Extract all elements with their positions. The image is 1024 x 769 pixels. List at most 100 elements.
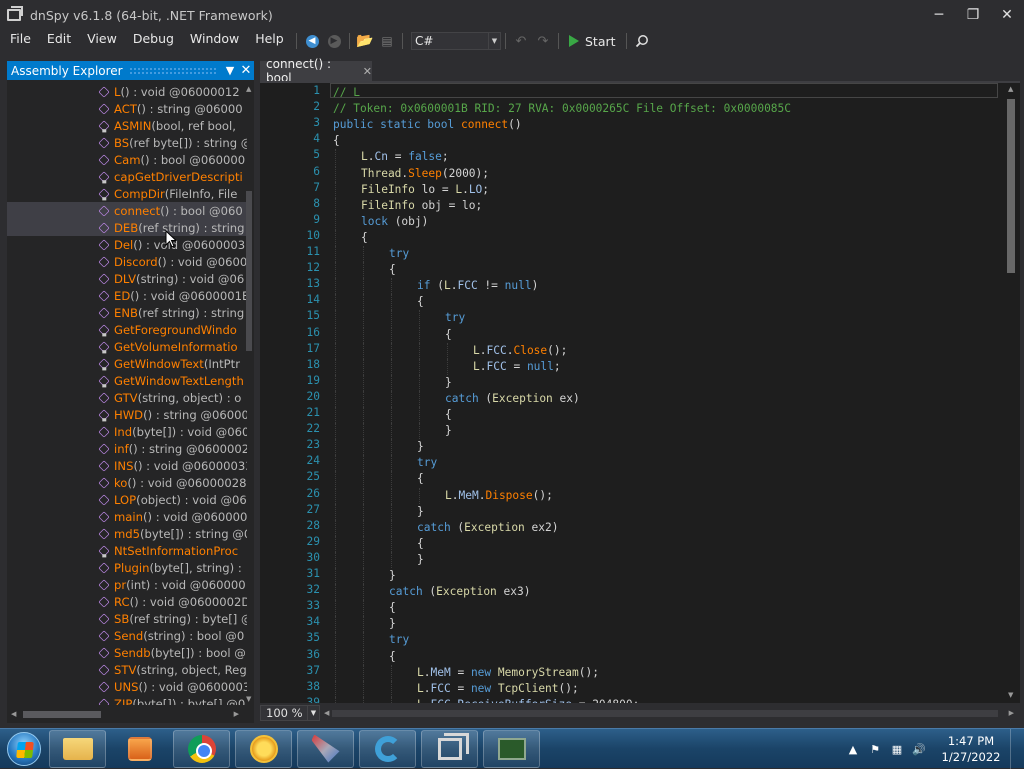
tree-item-method[interactable]: Sendb (byte[]) : bool @ (7, 644, 247, 661)
show-hidden-icons-button[interactable]: ▲ (845, 741, 861, 757)
tree-item-method[interactable]: GetWindowText (IntPtr (7, 355, 247, 372)
panel-close-button[interactable]: ✕ (238, 63, 254, 78)
tree-item-method[interactable]: LOP (object) : void @06 (7, 491, 247, 508)
tree-item-method[interactable]: inf() : string @0600002 (7, 440, 247, 457)
tree-item-method[interactable]: ED() : void @0600001E (7, 287, 247, 304)
taskbar-keepass[interactable] (235, 729, 292, 768)
indent-guide (391, 310, 392, 327)
tree-item-method[interactable]: DLV (string) : void @06 (7, 270, 247, 287)
menu-edit[interactable]: Edit (39, 30, 79, 52)
tree-item-method[interactable]: ko() : void @06000028 (7, 474, 247, 491)
scroll-up-icon[interactable]: ▲ (1008, 85, 1013, 93)
taskbar-media-player[interactable] (111, 730, 168, 768)
tree-item-method[interactable]: GetForegroundWindo (7, 321, 247, 338)
redo-button[interactable]: ↷ (532, 31, 554, 51)
scroll-right-icon[interactable]: ▶ (1009, 709, 1014, 717)
tree-item-method[interactable]: ZIP (byte[]) : byte[] @0 (7, 695, 247, 705)
tree-item-method[interactable]: connect() : bool @060 (7, 202, 247, 219)
open-list-button[interactable]: ▤ (376, 31, 398, 51)
tree-item-method[interactable]: HWD() : string @06000 (7, 406, 247, 423)
editor-horizontal-scrollbar[interactable]: ◀ ▶ (324, 706, 1020, 720)
taskbar-tools[interactable] (297, 729, 354, 768)
scroll-left-icon[interactable]: ◀ (11, 710, 16, 718)
tree-item-method[interactable]: INS() : void @06000033 (7, 457, 247, 474)
navigate-back-button[interactable]: ◀ (301, 31, 323, 51)
method-name: Send (114, 628, 144, 643)
tree-item-method[interactable]: Send (string) : bool @0 (7, 627, 247, 644)
menu-window[interactable]: Window (182, 30, 247, 52)
scroll-down-icon[interactable]: ▼ (246, 695, 251, 703)
tree-item-method[interactable]: pr (int) : void @060000 (7, 576, 247, 593)
method-icon (98, 255, 110, 268)
tree-item-method[interactable]: GetVolumeInformatio (7, 338, 247, 355)
menu-file[interactable]: File (0, 30, 39, 52)
tree-item-method[interactable]: capGetDriverDescripti (7, 168, 247, 185)
close-button[interactable]: ✕ (990, 0, 1024, 30)
scroll-thumb[interactable] (246, 191, 252, 351)
tree-item-method[interactable]: ASMIN (bool, ref bool, (7, 117, 247, 134)
tree-item-method[interactable]: STV (string, object, Reg (7, 661, 247, 678)
network-icon[interactable]: ▦ (889, 741, 905, 757)
menu-help[interactable]: Help (247, 30, 292, 52)
tree-item-method[interactable]: SB (ref string) : byte[] @ (7, 610, 247, 627)
tree-item-method[interactable]: GTV (string, object) : o (7, 389, 247, 406)
tree-item-method[interactable]: Plugin (byte[], string) : (7, 559, 247, 576)
taskbar-app-c[interactable] (359, 729, 416, 768)
tree-item-method[interactable]: NtSetInformationProc (7, 542, 247, 559)
start-button[interactable] (4, 729, 44, 769)
panel-menu-button[interactable]: ▼ (222, 64, 238, 77)
taskbar-chrome[interactable] (173, 729, 230, 768)
tree-item-method[interactable]: main() : void @060000 (7, 508, 247, 525)
taskbar-dnspy[interactable] (421, 729, 478, 768)
navigate-forward-button[interactable]: ▶ (323, 31, 345, 51)
tree-item-method[interactable]: ACT() : string @06000 (7, 100, 247, 117)
panel-grip[interactable] (128, 67, 216, 74)
minimize-button[interactable]: ─ (922, 0, 956, 30)
search-button[interactable] (631, 31, 653, 51)
open-button[interactable]: 📂 (354, 31, 376, 51)
tree-item-method[interactable]: Ind (byte[]) : void @060 (7, 423, 247, 440)
editor-vertical-scrollbar[interactable]: ▲ ▼ (1002, 83, 1020, 703)
explorer-horizontal-scrollbar[interactable]: ◀ ▶ (7, 707, 243, 721)
decompiled-code[interactable]: // L // Token: 0x0600001B RID: 27 RVA: 0x… (333, 84, 1000, 703)
show-desktop-button[interactable] (1010, 729, 1024, 769)
tree-item-method[interactable]: Cam() : bool @060000 (7, 151, 247, 168)
code-token: = (506, 359, 527, 373)
volume-icon[interactable]: 🔊 (911, 741, 927, 757)
tree-item-method[interactable]: BS (ref byte[]) : string @ (7, 134, 247, 151)
scroll-thumb[interactable] (23, 711, 101, 718)
tab-connect[interactable]: connect() : bool ✕ (260, 57, 372, 85)
tree-item-method[interactable]: DEB (ref string) : string (7, 219, 247, 236)
tree-item-method[interactable]: RC() : void @0600002D (7, 593, 247, 610)
scroll-down-icon[interactable]: ▼ (1008, 691, 1013, 699)
tree-item-method[interactable]: Discord() : void @0600 (7, 253, 247, 270)
scroll-thumb[interactable] (332, 710, 998, 717)
undo-button[interactable]: ↶ (510, 31, 532, 51)
tree-item-method[interactable]: GetWindowTextLength (7, 372, 247, 389)
scroll-up-icon[interactable]: ▲ (246, 85, 251, 93)
menu-debug[interactable]: Debug (125, 30, 182, 52)
action-center-icon[interactable]: ⚑ (867, 741, 883, 757)
scroll-right-icon[interactable]: ▶ (234, 710, 239, 718)
zoom-select[interactable]: 100 % ▼ (260, 705, 320, 721)
tree-item-method[interactable]: ENB (ref string) : string (7, 304, 247, 321)
tab-close-icon[interactable]: ✕ (363, 65, 372, 78)
indent-guide (335, 407, 336, 424)
maximize-button[interactable]: ❐ (956, 0, 990, 30)
indent-guide (391, 519, 392, 536)
scroll-thumb[interactable] (1007, 99, 1015, 273)
tree-item-method[interactable]: Del() : void @06000035 (7, 236, 247, 253)
scroll-left-icon[interactable]: ◀ (324, 709, 329, 717)
taskbar-explorer[interactable] (49, 729, 106, 768)
tree-item-method[interactable]: CompDir (FileInfo, File (7, 185, 247, 202)
menu-view[interactable]: View (79, 30, 125, 52)
clock[interactable]: 1:47 PM 1/27/2022 (938, 733, 1004, 765)
taskbar-monitor[interactable] (483, 729, 540, 768)
explorer-vertical-scrollbar[interactable]: ▲ ▼ (244, 83, 254, 705)
tree-item-method[interactable]: L() : void @06000012 (7, 83, 247, 100)
language-select[interactable]: C# ▼ (411, 32, 501, 50)
start-debug-button[interactable]: Start (563, 34, 622, 49)
tree-item-method[interactable]: UNS() : void @0600003 (7, 678, 247, 695)
tree-item-method[interactable]: md5 (byte[]) : string @0 (7, 525, 247, 542)
code-editor[interactable]: 1 2 3 4 5 6 7 8 9 10 11 12 13 14 15 16 17 18 19 20 21 22 23 24 2… (260, 83, 1020, 703)
